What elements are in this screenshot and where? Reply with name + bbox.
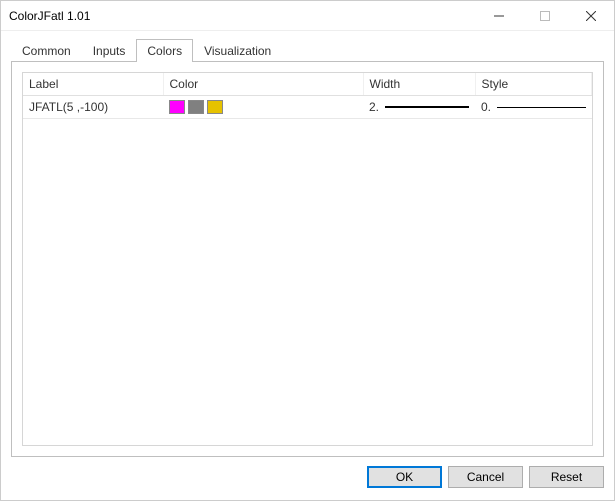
- tab-inputs[interactable]: Inputs: [82, 39, 137, 62]
- row-color[interactable]: [163, 96, 363, 119]
- colors-table: Label Color Width Style JFATL(5 ,-100): [23, 73, 592, 119]
- titlebar: ColorJFatl 1.01: [1, 1, 614, 31]
- ok-button[interactable]: OK: [367, 466, 442, 488]
- close-button[interactable]: [568, 1, 614, 30]
- width-preview-line: [385, 106, 469, 108]
- color-swatch-3[interactable]: [207, 100, 223, 114]
- style-preview-line: [497, 107, 585, 108]
- reset-button[interactable]: Reset: [529, 466, 604, 488]
- color-swatch-2[interactable]: [188, 100, 204, 114]
- cancel-button[interactable]: Cancel: [448, 466, 523, 488]
- width-value: 2.: [369, 100, 379, 114]
- header-color[interactable]: Color: [163, 73, 363, 96]
- tab-common[interactable]: Common: [11, 39, 82, 62]
- minimize-button[interactable]: [476, 1, 522, 30]
- header-style[interactable]: Style: [475, 73, 592, 96]
- window-title: ColorJFatl 1.01: [9, 9, 476, 23]
- colors-table-frame: Label Color Width Style JFATL(5 ,-100): [22, 72, 593, 446]
- color-swatch-1[interactable]: [169, 100, 185, 114]
- tab-content: Label Color Width Style JFATL(5 ,-100): [11, 61, 604, 457]
- row-width[interactable]: 2.: [363, 96, 475, 119]
- maximize-button: [522, 1, 568, 30]
- header-label[interactable]: Label: [23, 73, 163, 96]
- header-width[interactable]: Width: [363, 73, 475, 96]
- tab-bar: Common Inputs Colors Visualization: [1, 31, 614, 62]
- tab-colors[interactable]: Colors: [136, 39, 193, 62]
- row-style[interactable]: 0.: [475, 96, 592, 119]
- window-controls: [476, 1, 614, 30]
- style-value: 0.: [481, 100, 491, 114]
- dialog-footer: OK Cancel Reset: [1, 466, 614, 498]
- row-label: JFATL(5 ,-100): [23, 96, 163, 119]
- table-row[interactable]: JFATL(5 ,-100) 2.: [23, 96, 592, 119]
- tab-visualization[interactable]: Visualization: [193, 39, 282, 62]
